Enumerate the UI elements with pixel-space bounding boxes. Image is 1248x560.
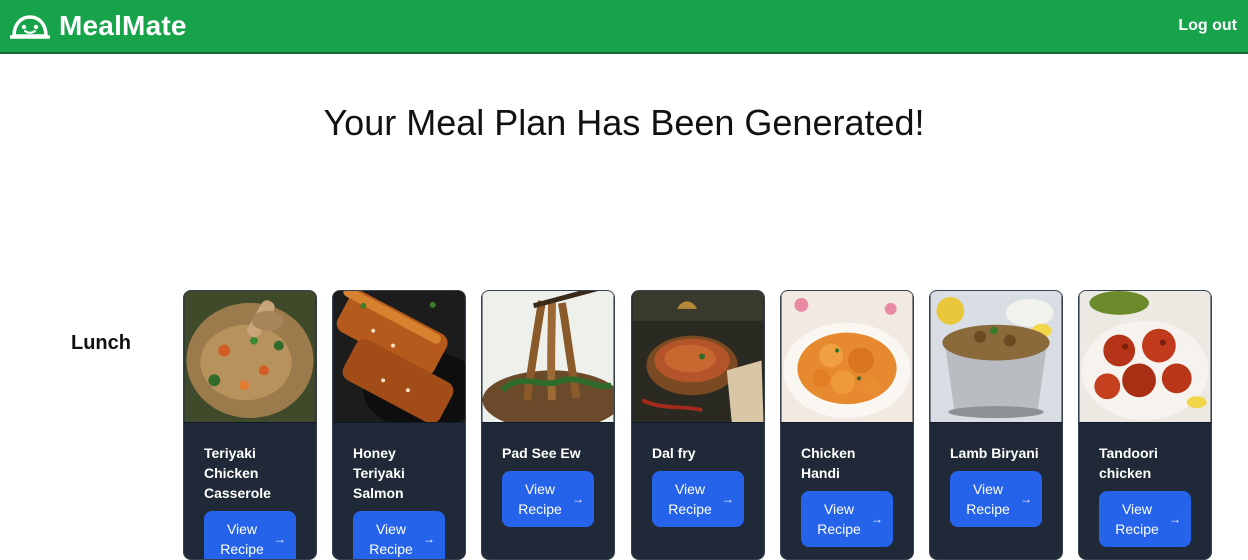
brand-name: MealMate	[59, 10, 187, 41]
button-label: View Recipe	[369, 521, 413, 557]
recipe-name: Honey Teriyaki Salmon	[353, 445, 405, 501]
recipe-card: Chicken Handi View Recipe →	[780, 290, 914, 560]
arrow-right-icon: →	[871, 512, 883, 526]
recipe-card: Teriyaki Chicken Casserole View Recipe →	[183, 290, 317, 560]
view-recipe-button[interactable]: View Recipe →	[950, 471, 1042, 527]
view-recipe-button[interactable]: View Recipe →	[353, 511, 445, 559]
button-label: View Recipe	[220, 521, 264, 557]
recipe-name: Teriyaki Chicken Casserole	[204, 445, 271, 501]
recipe-image	[482, 291, 614, 423]
button-label: View Recipe	[817, 501, 861, 537]
recipe-card: Pad See Ew View Recipe →	[481, 290, 615, 560]
recipe-name: Dal fry	[652, 445, 696, 461]
recipe-image	[333, 291, 465, 423]
arrow-right-icon: →	[572, 492, 584, 506]
view-recipe-button[interactable]: View Recipe →	[652, 471, 744, 527]
view-recipe-button[interactable]: View Recipe →	[204, 511, 296, 559]
recipe-name: Chicken Handi	[801, 445, 856, 481]
arrow-right-icon: →	[722, 492, 734, 506]
view-recipe-button[interactable]: View Recipe →	[502, 471, 594, 527]
arrow-right-icon: →	[1169, 512, 1181, 526]
button-label: View Recipe	[668, 481, 712, 517]
recipe-card: Dal fry View Recipe →	[631, 290, 765, 560]
recipe-image	[781, 291, 913, 423]
recipe-image	[184, 291, 316, 423]
view-recipe-button[interactable]: View Recipe →	[1099, 491, 1191, 547]
recipe-card: Tandoori chicken View Recipe →	[1078, 290, 1212, 560]
brand[interactable]: MealMate	[10, 10, 187, 42]
recipe-card: Honey Teriyaki Salmon View Recipe →	[332, 290, 466, 560]
arrow-right-icon: →	[1020, 492, 1032, 506]
button-label: View Recipe	[1115, 501, 1159, 537]
recipe-image	[1079, 291, 1211, 423]
meal-section-label: Lunch	[71, 332, 131, 354]
button-label: View Recipe	[966, 481, 1010, 517]
view-recipe-button[interactable]: View Recipe →	[801, 491, 893, 547]
smiling-bot-icon	[10, 15, 50, 39]
recipe-card: Lamb Biryani View Recipe →	[929, 290, 1063, 560]
page-title: Your Meal Plan Has Been Generated!	[323, 102, 925, 143]
recipe-name: Tandoori chicken	[1099, 445, 1158, 481]
recipe-name: Lamb Biryani	[950, 445, 1039, 461]
recipe-image	[632, 291, 764, 423]
recipe-name: Pad See Ew	[502, 445, 581, 461]
button-label: View Recipe	[518, 481, 562, 517]
recipe-image	[930, 291, 1062, 423]
logout-link[interactable]: Log out	[1178, 17, 1237, 35]
navbar: MealMate Log out	[0, 0, 1248, 54]
